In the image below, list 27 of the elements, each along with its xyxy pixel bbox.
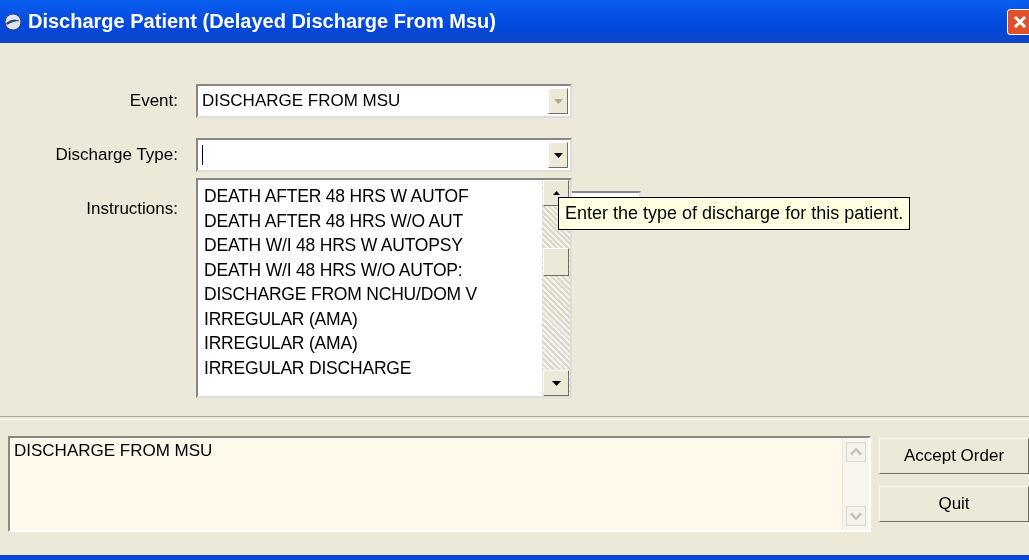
- dialog-button[interactable]: Accept Order: [879, 438, 1029, 474]
- close-button[interactable]: [1007, 8, 1029, 35]
- field-label: Instructions:: [85, 199, 179, 219]
- scroll-down-icon[interactable]: [543, 370, 569, 396]
- close-icon: [1013, 14, 1027, 29]
- dropdown-field[interactable]: [196, 138, 572, 172]
- field-label: Discharge Type:: [54, 145, 179, 165]
- list-option[interactable]: DEATH W/I 48 HRS W/O AUTOP:: [204, 257, 542, 282]
- list-option[interactable]: IRREGULAR (AMA): [204, 306, 542, 331]
- text-cursor: [202, 145, 203, 165]
- scroll-thumb[interactable]: [543, 248, 569, 276]
- list-option[interactable]: DISCHARGE FROM NCHU/DOM V: [204, 282, 542, 307]
- field-value: DISCHARGE FROM MSU: [201, 91, 402, 111]
- scroll-down-icon: [846, 506, 866, 526]
- order-text-area[interactable]: DISCHARGE FROM MSU: [8, 436, 871, 532]
- globe-icon: [4, 12, 22, 31]
- dialog-button[interactable]: Quit: [879, 486, 1029, 522]
- window-title: Discharge Patient (Delayed Discharge From Msu): [28, 10, 497, 33]
- list-option[interactable]: DEATH W/I 48 HRS W AUTOPSY: [204, 233, 542, 258]
- field-label: Event:: [128, 91, 179, 111]
- order-text: DISCHARGE FROM MSU: [13, 440, 214, 462]
- list-option[interactable]: DEATH AFTER 48 HRS W/O AUT: [204, 208, 542, 233]
- list-option[interactable]: IRREGULAR (AMA): [204, 331, 542, 356]
- scroll-up-icon: [846, 442, 866, 462]
- list-option[interactable]: IRREGULAR DISCHARGE: [204, 355, 542, 380]
- list-option[interactable]: DEATH AFTER 48 HRS W AUTOF: [204, 184, 542, 209]
- tooltip: Enter the type of discharge for this patient.: [558, 197, 911, 230]
